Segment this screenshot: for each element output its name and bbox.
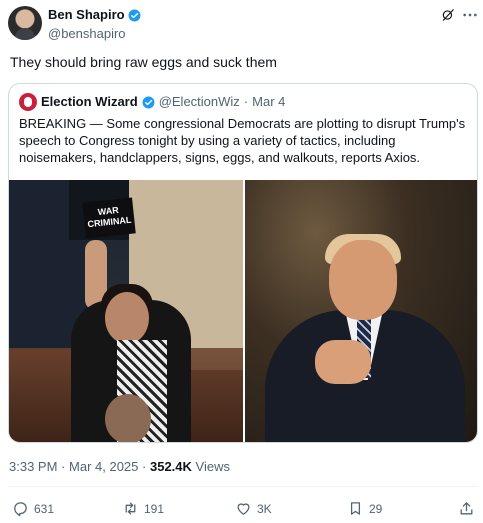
quoted-author-name[interactable]: Election Wizard <box>41 94 138 110</box>
share-button[interactable] <box>458 500 475 517</box>
more-options-icon[interactable] <box>462 8 478 22</box>
photo-figure <box>105 292 149 344</box>
photo-figure <box>315 340 371 384</box>
bookmark-button[interactable]: 29 <box>347 500 382 517</box>
reply-icon <box>14 502 27 517</box>
quoted-tweet-header: Election Wizard @ElectionWiz · Mar 4 <box>19 93 285 111</box>
share-icon <box>460 502 473 515</box>
like-button[interactable]: 3K <box>235 500 272 517</box>
quoted-tweet[interactable]: Election Wizard @ElectionWiz · Mar 4 BRE… <box>8 83 478 443</box>
quoted-date[interactable]: Mar 4 <box>252 94 285 110</box>
photo-figure <box>105 394 151 442</box>
quoted-separator: · <box>243 94 249 109</box>
quoted-author-handle[interactable]: @ElectionWiz <box>159 94 240 110</box>
meta-separator: · <box>142 459 147 474</box>
photo-figure <box>329 240 397 320</box>
reply-button[interactable]: 631 <box>12 500 54 517</box>
bookmark-icon <box>350 502 361 515</box>
author-avatar[interactable] <box>8 6 42 40</box>
author-handle[interactable]: @benshapiro <box>48 26 141 42</box>
grok-icon[interactable] <box>441 8 455 22</box>
action-bar: 631 191 3K 29 <box>0 500 483 518</box>
repost-count: 191 <box>144 501 165 516</box>
views-count: 352.4K <box>149 459 192 474</box>
heart-icon <box>237 503 250 515</box>
author-block: Ben Shapiro @benshapiro <box>48 6 141 42</box>
quoted-tweet-text: BREAKING — Some congressional Democrats … <box>19 116 466 165</box>
media-image-speaker[interactable] <box>245 180 477 442</box>
tweet-text: They should bring raw eggs and suck them <box>10 54 277 70</box>
bookmark-count: 29 <box>369 501 383 516</box>
media-image-protest[interactable]: WAR CRIMINAL <box>9 180 243 442</box>
meta-separator: · <box>61 459 66 474</box>
verified-badge-icon <box>128 9 141 21</box>
author-name-row[interactable]: Ben Shapiro <box>48 7 141 23</box>
tweet-time[interactable]: 3:33 PM <box>9 459 57 474</box>
photo-sign: WAR CRIMINAL <box>82 197 136 239</box>
verified-badge-icon <box>142 96 155 108</box>
quoted-author-avatar[interactable] <box>19 93 37 111</box>
quoted-media: WAR CRIMINAL <box>9 180 477 442</box>
reply-count: 631 <box>34 501 55 516</box>
divider <box>8 486 478 487</box>
repost-button[interactable]: 191 <box>122 500 164 517</box>
repost-icon <box>125 502 136 515</box>
author-name[interactable]: Ben Shapiro <box>48 7 125 23</box>
like-count: 3K <box>257 501 272 516</box>
tweet-meta: 3:33 PM · Mar 4, 2025 · 352.4K Views <box>9 458 230 475</box>
views-label: Views <box>195 459 230 474</box>
tweet: Ben Shapiro @benshapiro They should brin… <box>0 0 483 523</box>
tweet-date[interactable]: Mar 4, 2025 <box>69 459 138 474</box>
